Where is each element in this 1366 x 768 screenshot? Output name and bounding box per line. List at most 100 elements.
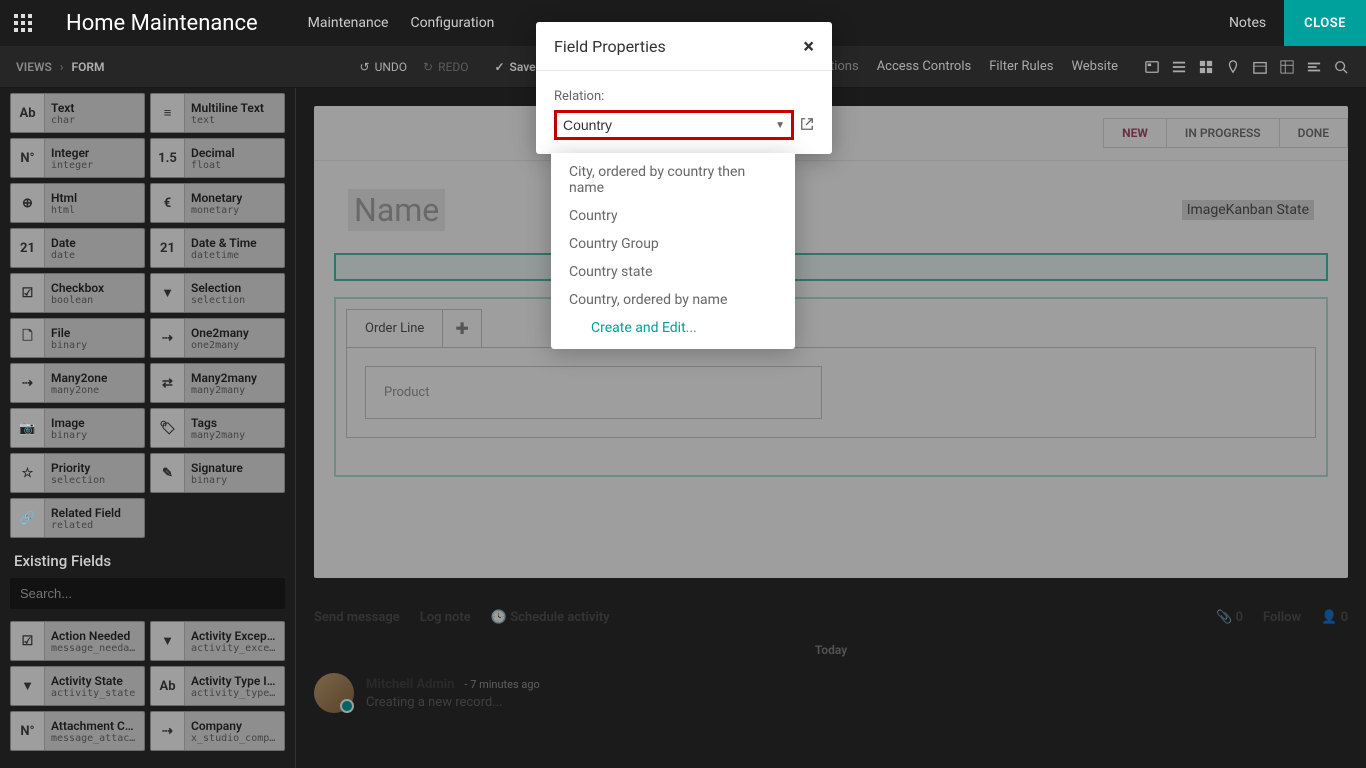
statusbar[interactable]: NEW IN PROGRESS DONE: [1103, 118, 1348, 148]
create-and-edit[interactable]: Create and Edit...: [551, 314, 795, 344]
form-inner: Name ImageKanban State Order Line ✚ Prod…: [328, 189, 1334, 477]
field-tech-label: html: [51, 205, 77, 216]
field-box-related[interactable]: 🔗Related Fieldrelated: [10, 498, 145, 538]
field-icon: ▼: [151, 622, 185, 660]
field-box-selection[interactable]: ☆Priorityselection: [10, 453, 145, 493]
dropdown-option[interactable]: Country Group: [551, 230, 795, 258]
schedule-activity-button[interactable]: 🕓 Schedule activity: [491, 610, 610, 625]
activity-view-icon[interactable]: [1305, 58, 1323, 76]
field-icon: Ab: [151, 667, 185, 705]
log-text: Creating a new record...: [366, 695, 540, 710]
field-box-many2many[interactable]: ⇄Many2manymany2many: [150, 363, 285, 403]
field-tech-label: activity_excep…: [191, 643, 278, 654]
notes-link[interactable]: Notes: [1229, 15, 1266, 31]
field-box-activity_type_…[interactable]: AbActivity Type I…activity_type_…: [150, 666, 285, 706]
field-tech-label: message_needac…: [51, 643, 138, 654]
field-box-text[interactable]: ≡Multiline Texttext: [150, 93, 285, 133]
field-box-integer[interactable]: N°Integerinteger: [10, 138, 145, 178]
status-new[interactable]: NEW: [1103, 118, 1167, 148]
drop-zone[interactable]: [334, 253, 1328, 281]
follow-button[interactable]: Follow: [1263, 610, 1301, 625]
modal-body: Relation: ▼: [536, 71, 832, 154]
field-box-activity_excep…[interactable]: ▼Activity Excep…activity_excep…: [150, 621, 285, 661]
field-box-x_studio_compa…[interactable]: ⇢Companyx_studio_compa…: [150, 711, 285, 751]
field-name-label: Checkbox: [51, 281, 104, 295]
apps-icon[interactable]: [0, 0, 46, 46]
field-box-char[interactable]: AbTextchar: [10, 93, 145, 133]
app-title: Home Maintenance: [66, 11, 258, 36]
dropdown-option[interactable]: Country, ordered by name: [551, 286, 795, 314]
field-box-message_needac…[interactable]: ☑Action Neededmessage_needac…: [10, 621, 145, 661]
kanban-view-icon[interactable]: [1197, 58, 1215, 76]
tab-website[interactable]: Website: [1071, 59, 1118, 74]
field-box-selection[interactable]: ▼Selectionselection: [150, 273, 285, 313]
search-input[interactable]: [10, 578, 285, 609]
field-tech-label: activity_state: [51, 688, 135, 699]
field-name-label: Html: [51, 191, 77, 205]
field-tech-label: date: [51, 250, 76, 261]
dropdown-option[interactable]: Country state: [551, 258, 795, 286]
field-name-label: Attachment C…: [51, 719, 138, 733]
field-icon: 21: [11, 229, 45, 267]
tab-access-controls[interactable]: Access Controls: [877, 59, 972, 74]
status-done[interactable]: DONE: [1280, 118, 1348, 148]
field-box-message_attach…[interactable]: N°Attachment C…message_attach…: [10, 711, 145, 751]
follower-count[interactable]: 👤 0: [1321, 610, 1348, 625]
chevron-down-icon[interactable]: ▼: [769, 120, 791, 131]
field-box-binary[interactable]: 📷Imagebinary: [10, 408, 145, 448]
field-icon: ⇢: [11, 364, 45, 402]
field-box-date[interactable]: 21Datedate: [10, 228, 145, 268]
top-menu: Maintenance Configuration: [308, 15, 495, 31]
field-box-binary[interactable]: 🗋Filebinary: [10, 318, 145, 358]
external-link-icon[interactable]: [800, 116, 814, 135]
log-note-button[interactable]: Log note: [420, 610, 471, 625]
field-box-one2many[interactable]: ⇢One2manyone2many: [150, 318, 285, 358]
field-box-monetary[interactable]: €Monetarymonetary: [150, 183, 285, 223]
field-icon: 🔗: [11, 499, 45, 537]
menu-maintenance[interactable]: Maintenance: [308, 15, 389, 31]
search-icon[interactable]: [1332, 58, 1350, 76]
modal-close-button[interactable]: ×: [803, 36, 814, 56]
field-icon: ⇄: [151, 364, 185, 402]
breadcrumb-views[interactable]: VIEWS: [16, 60, 52, 74]
relation-input-highlight: ▼: [554, 110, 794, 140]
name-field[interactable]: Name: [348, 189, 445, 231]
field-box-html[interactable]: ⊕Htmlhtml: [10, 183, 145, 223]
field-icon: ⇢: [151, 712, 185, 750]
map-view-icon[interactable]: [1224, 58, 1242, 76]
send-message-button[interactable]: Send message: [314, 610, 400, 625]
field-box-boolean[interactable]: ☑Checkboxboolean: [10, 273, 145, 313]
field-icon: N°: [11, 712, 45, 750]
field-box-many2many[interactable]: 🏷Tagsmany2many: [150, 408, 285, 448]
list-view-icon[interactable]: [1170, 58, 1188, 76]
dropdown-option[interactable]: City, ordered by country then name: [551, 158, 795, 202]
image-kanban-field[interactable]: ImageKanban State: [1182, 200, 1314, 220]
pivot-view-icon[interactable]: [1278, 58, 1296, 76]
field-icon: ☑: [11, 622, 45, 660]
field-box-binary[interactable]: ✎Signaturebinary: [150, 453, 285, 493]
attachment-count[interactable]: 📎 0: [1216, 610, 1243, 625]
field-box-float[interactable]: 1.5Decimalfloat: [150, 138, 285, 178]
calendar-view-icon[interactable]: [1251, 58, 1269, 76]
status-in-progress[interactable]: IN PROGRESS: [1167, 118, 1280, 148]
form-view-icon[interactable]: [1143, 58, 1161, 76]
clock-icon: 🕓: [491, 610, 507, 625]
relation-input[interactable]: [557, 113, 769, 137]
dropdown-option[interactable]: Country: [551, 202, 795, 230]
undo-button[interactable]: ↺ UNDO: [360, 60, 408, 74]
field-box-datetime[interactable]: 21Date & Timedatetime: [150, 228, 285, 268]
add-tab-button[interactable]: ✚: [443, 309, 481, 347]
check-icon: ✓: [494, 60, 504, 74]
field-box-many2one[interactable]: ⇢Many2onemany2one: [10, 363, 145, 403]
redo-button[interactable]: ↻ REDO: [423, 60, 468, 74]
field-icon: €: [151, 184, 185, 222]
product-field[interactable]: Product: [365, 366, 822, 419]
close-button[interactable]: CLOSE: [1284, 0, 1366, 46]
header-right: Notes CLOSE: [1229, 0, 1366, 46]
user-icon: 👤: [1321, 610, 1337, 625]
menu-configuration[interactable]: Configuration: [410, 15, 494, 31]
tab-filter-rules[interactable]: Filter Rules: [989, 59, 1053, 74]
field-icon: ✎: [151, 454, 185, 492]
tab-order-line[interactable]: Order Line: [346, 309, 443, 347]
field-box-activity_state[interactable]: ▼Activity Stateactivity_state: [10, 666, 145, 706]
